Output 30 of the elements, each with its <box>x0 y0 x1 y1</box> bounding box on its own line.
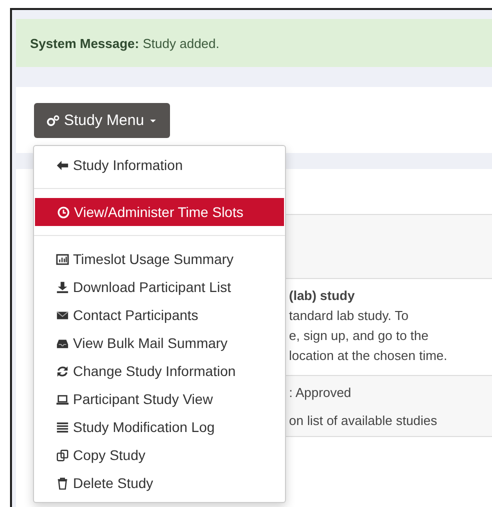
menu-item[interactable]: Delete Study <box>34 469 285 497</box>
clock-icon <box>57 206 70 218</box>
detail-text: tandard lab study. To <box>289 307 410 325</box>
arrow-left-icon <box>56 158 69 172</box>
refresh-icon <box>56 364 69 378</box>
menu-item[interactable]: Contact Participants <box>34 301 285 329</box>
trash-icon <box>56 476 69 490</box>
menu-item[interactable]: Participant Study View <box>34 385 285 413</box>
gears-icon <box>46 114 60 128</box>
menu-item[interactable]: Study Modification Log <box>34 413 285 441</box>
detail-text: on list of available studies <box>289 412 438 430</box>
system-message: System Message: Study added. <box>30 36 220 50</box>
menu-item[interactable]: View/Administer Time Slots <box>35 198 284 226</box>
laptop-icon <box>56 392 69 406</box>
detail-text: e, sign up, and go to the <box>289 327 430 345</box>
menu-item[interactable]: Download Participant List <box>34 273 285 301</box>
menu-item[interactable]: Copy Study <box>34 441 285 469</box>
menu-item[interactable]: View Bulk Mail Summary <box>34 329 285 357</box>
detail-text: location at the chosen time. <box>289 347 448 365</box>
detail-text: (lab) study <box>289 287 356 305</box>
detail-text: : Approved <box>289 384 352 402</box>
bar-chart-icon <box>56 252 69 266</box>
envelope-icon <box>56 308 69 322</box>
copy-icon <box>56 448 69 462</box>
list-icon <box>56 420 69 434</box>
menu-item[interactable]: Study Information <box>34 151 285 179</box>
download-icon <box>56 280 69 294</box>
study-menu-button[interactable]: Study Menu <box>34 103 170 138</box>
menu-item[interactable]: Timeslot Usage Summary <box>34 245 285 273</box>
menu-item[interactable]: Change Study Information <box>34 357 285 385</box>
